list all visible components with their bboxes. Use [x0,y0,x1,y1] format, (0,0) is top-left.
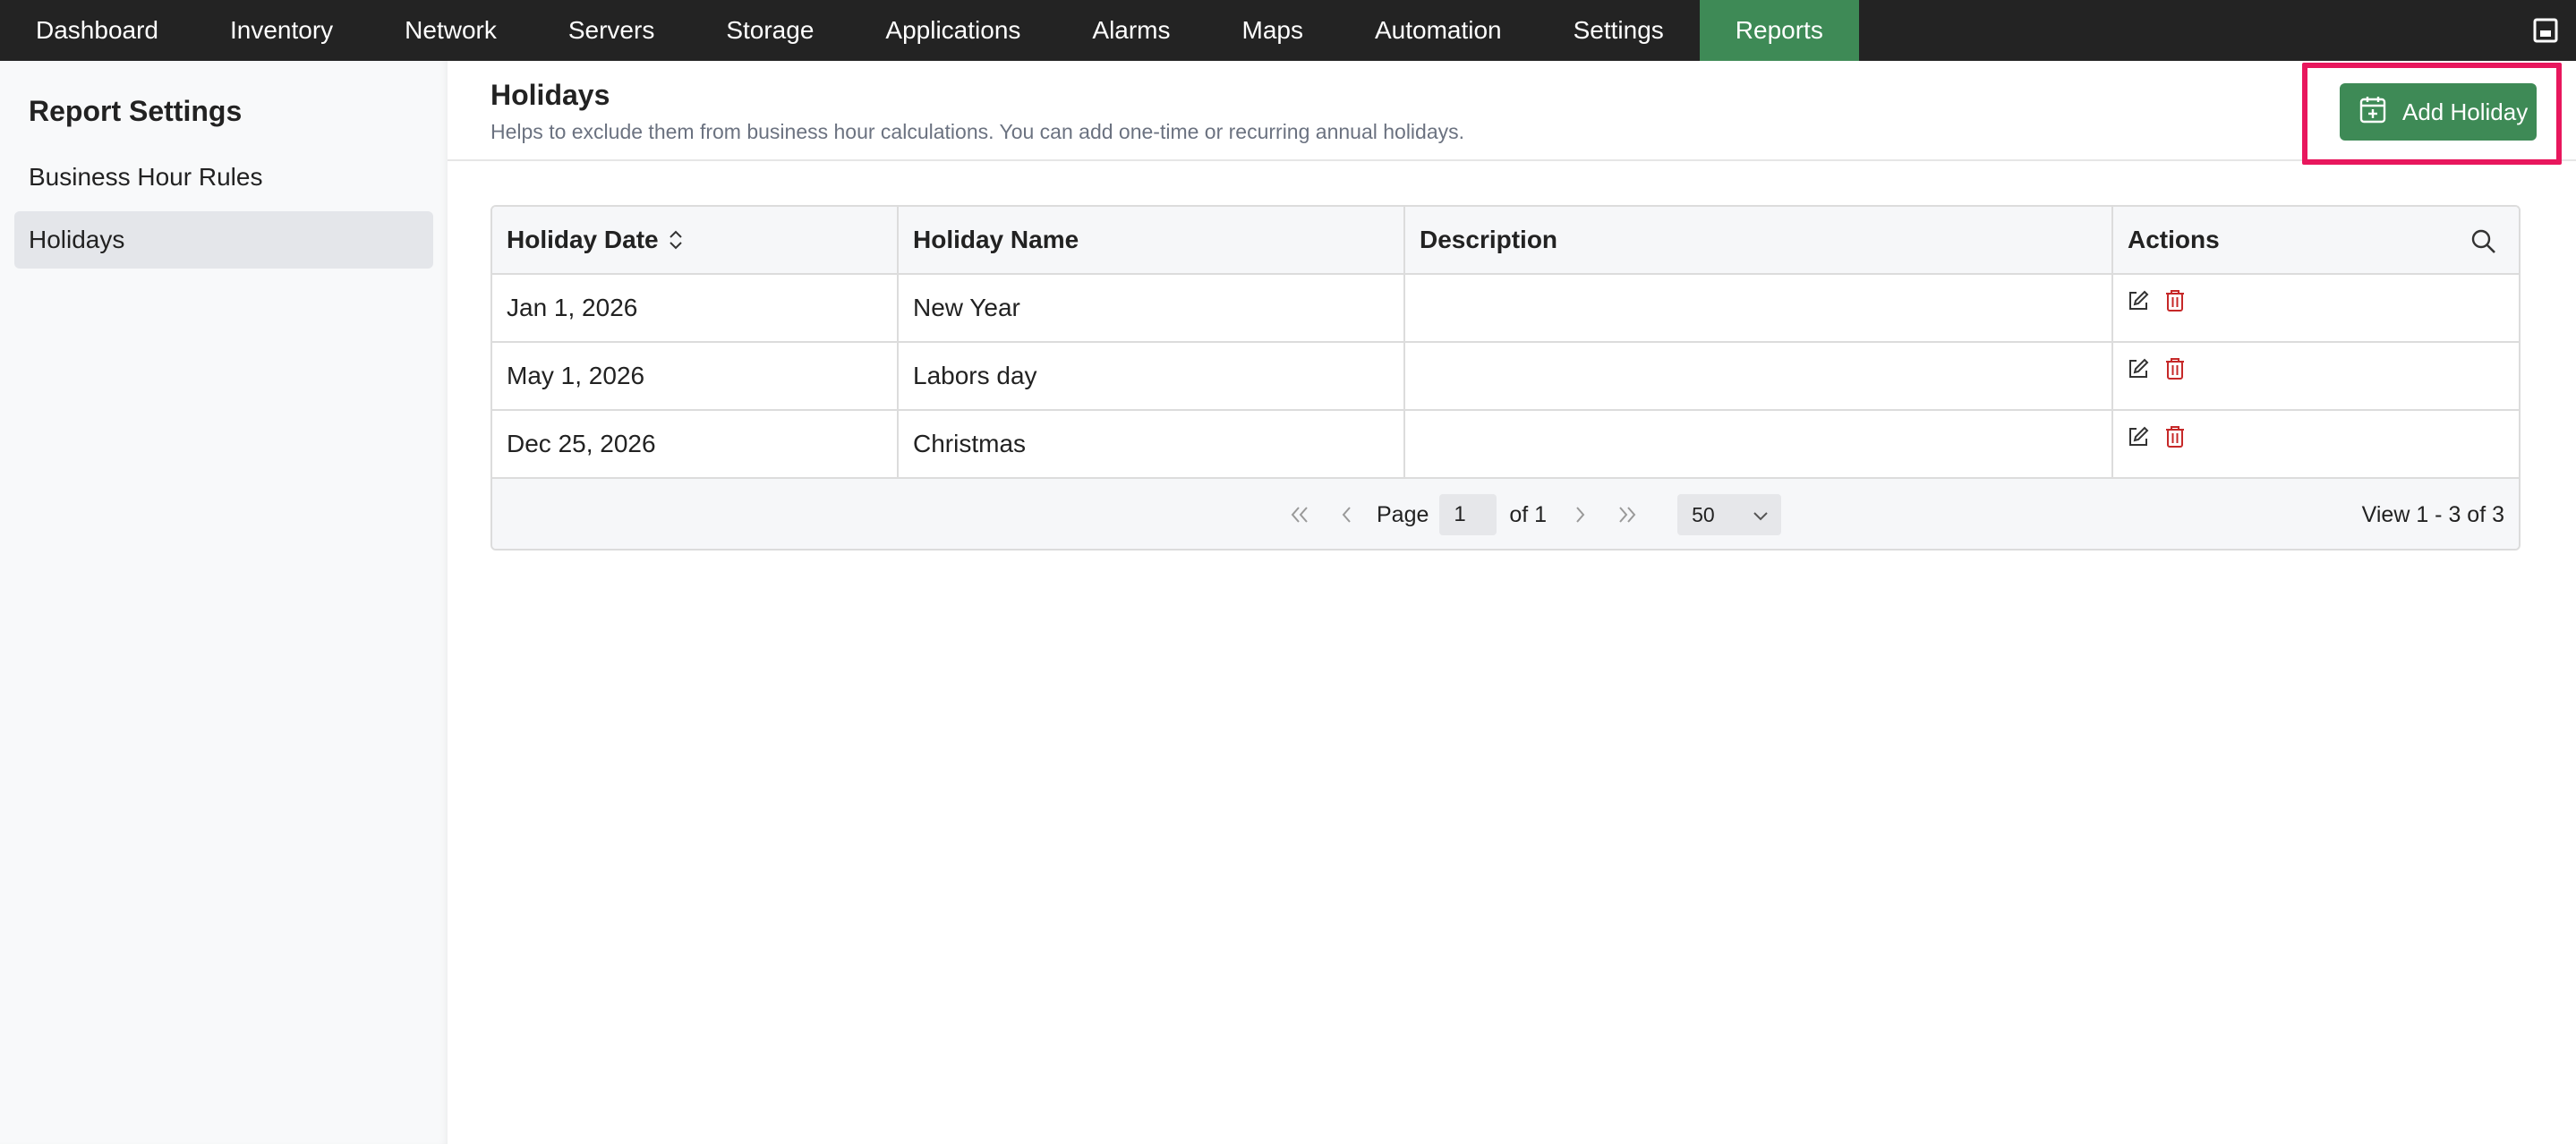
table-row: May 1, 2026 Labors day [492,343,2519,411]
page-subtitle: Helps to exclude them from business hour… [490,120,1465,143]
col-holiday-date-label: Holiday Date [507,226,659,253]
cell-description [1405,411,2113,477]
view-range-text: View 1 - 3 of 3 [2361,502,2504,527]
delete-icon[interactable] [2165,357,2185,387]
edit-icon[interactable] [2128,357,2149,386]
page-header: Holidays Helps to exclude them from busi… [448,61,2576,161]
delete-icon[interactable] [2165,289,2185,319]
tab-dashboard[interactable]: Dashboard [0,0,194,61]
table-row: Dec 25, 2026 Christmas [492,411,2519,479]
cell-actions [2113,275,2519,341]
last-page-icon[interactable] [1604,505,1651,525]
top-nav: Dashboard Inventory Network Servers Stor… [0,0,2576,61]
edit-icon[interactable] [2128,425,2149,454]
tab-maps[interactable]: Maps [1207,0,1339,61]
cell-description [1405,275,2113,341]
page-count: of 1 [1509,501,1548,527]
page-size-select[interactable]: 50 [1677,494,1782,535]
tab-automation[interactable]: Automation [1339,0,1538,61]
add-holiday-button[interactable]: Add Holiday [2340,83,2537,141]
sidebar-item-business-hour-rules[interactable]: Business Hour Rules [14,149,433,206]
tab-servers[interactable]: Servers [533,0,690,61]
col-holiday-name: Holiday Name [899,207,1405,273]
sidebar: Report Settings Business Hour Rules Holi… [0,61,448,1144]
col-description: Description [1405,207,2113,273]
edit-icon[interactable] [2128,289,2149,318]
add-holiday-label: Add Holiday [2402,98,2529,125]
cell-holiday-name: Christmas [899,411,1405,477]
tab-alarms[interactable]: Alarms [1056,0,1206,61]
page-number-input[interactable] [1439,494,1497,535]
col-actions-label: Actions [2128,226,2220,253]
search-icon[interactable] [2470,228,2497,261]
delete-icon[interactable] [2165,425,2185,455]
calendar-add-icon [2359,95,2386,130]
tab-applications[interactable]: Applications [849,0,1056,61]
tab-storage[interactable]: Storage [690,0,849,61]
tab-settings[interactable]: Settings [1538,0,1700,61]
cell-holiday-date: Jan 1, 2026 [492,275,899,341]
sidebar-title: Report Settings [29,95,243,127]
page-size-value: 50 [1692,502,1715,526]
table-header-row: Holiday Date Holiday Name Description Ac… [492,207,2519,275]
sort-icon[interactable] [668,228,684,252]
chevron-down-icon [1753,503,1769,527]
cell-holiday-date: Dec 25, 2026 [492,411,899,477]
table-row: Jan 1, 2026 New Year [492,275,2519,343]
next-page-icon[interactable] [1557,505,1604,525]
cell-actions [2113,343,2519,409]
holidays-table: Holiday Date Holiday Name Description Ac… [490,205,2521,551]
cell-description [1405,343,2113,409]
pagination-bar: Page of 1 50 View 1 - 3 of 3 [492,479,2519,549]
tab-reports[interactable]: Reports [1699,0,1859,61]
cell-holiday-name: New Year [899,275,1405,341]
cell-holiday-date: May 1, 2026 [492,343,899,409]
cell-holiday-name: Labors day [899,343,1405,409]
first-page-icon[interactable] [1276,505,1323,525]
col-actions: Actions [2113,207,2519,273]
prev-page-icon[interactable] [1323,505,1369,525]
page-title: Holidays [490,79,610,111]
window-toggle-icon[interactable] [2533,18,2558,43]
col-holiday-date[interactable]: Holiday Date [492,207,899,273]
page-label: Page [1377,501,1429,527]
tab-network[interactable]: Network [369,0,533,61]
tab-inventory[interactable]: Inventory [194,0,369,61]
cell-actions [2113,411,2519,477]
sidebar-item-holidays[interactable]: Holidays [14,211,433,269]
